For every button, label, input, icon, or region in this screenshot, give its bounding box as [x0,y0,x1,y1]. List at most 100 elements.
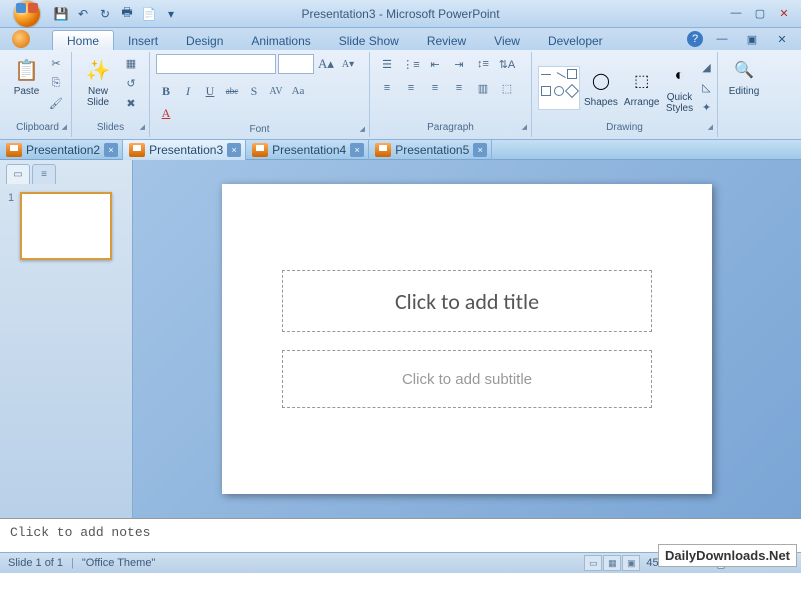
quick-styles-icon: ◐ [666,62,694,90]
slide-editor: Click to add title Click to add subtitle [133,160,801,518]
undo-icon[interactable]: ↶ [74,5,92,23]
print-icon[interactable]: 🖶 [118,5,136,23]
tab-slideshow[interactable]: Slide Show [325,31,413,50]
outline-tab[interactable]: ≡ [32,164,56,184]
tab-developer[interactable]: Developer [534,31,617,50]
watermark: DailyDownloads.Net [658,544,797,567]
close-button[interactable]: ✕ [773,4,795,22]
group-editing: 🔍 Editing . [718,52,770,137]
justify-icon[interactable]: ≡ [448,78,470,98]
text-direction-icon[interactable]: ⇅A [496,54,518,74]
slide-thumbnail-1[interactable]: 1 [8,192,124,260]
title-placeholder[interactable]: Click to add title [282,270,652,332]
qat-dropdown-icon[interactable]: ▾ [162,5,180,23]
numbering-icon[interactable]: ⋮≡ [400,54,422,74]
delete-slide-icon[interactable]: ✖ [122,94,140,112]
shape-fill-icon[interactable]: ◢ [698,59,716,77]
cut-icon[interactable]: ✂ [47,54,65,72]
char-spacing-button[interactable]: AV [266,81,286,101]
tab-home[interactable]: Home [52,30,114,50]
align-left-icon[interactable]: ≡ [376,78,398,98]
clipboard-icon: 📋 [13,56,41,84]
save-icon[interactable]: 💾 [52,5,70,23]
slide-number: 1 [8,192,14,204]
new-slide-icon: ✨ [84,56,112,84]
shadow-button[interactable]: S [244,81,264,101]
shape-effects-icon[interactable]: ✦ [698,99,716,117]
smartart-icon[interactable]: ⬚ [496,78,518,98]
tab-view[interactable]: View [480,31,534,50]
arrange-icon: ⬚ [628,67,656,95]
doc-tab-presentation3[interactable]: Presentation3× [123,140,246,160]
doc-tab-presentation5[interactable]: Presentation5× [369,140,492,160]
title-bar: 💾 ↶ ↻ 🖶 📄 ▾ Presentation3 - Microsoft Po… [0,0,801,28]
tab-design[interactable]: Design [172,31,237,50]
close-tab-icon[interactable]: × [473,143,487,157]
doc-close-icon[interactable]: ✕ [771,30,793,48]
arrange-button[interactable]: ⬚ Arrange [622,65,662,110]
format-painter-icon[interactable]: 🖌 [47,94,65,112]
new-slide-button[interactable]: ✨ New Slide [78,54,118,110]
help-icon[interactable]: ? [687,31,703,47]
close-tab-icon[interactable]: × [104,143,118,157]
normal-view-button[interactable]: ▭ [584,555,602,571]
subtitle-placeholder[interactable]: Click to add subtitle [282,350,652,408]
shape-outline-icon[interactable]: ◺ [698,79,716,97]
align-center-icon[interactable]: ≡ [400,78,422,98]
group-label-slides: Slides [78,121,143,135]
slide-canvas[interactable]: Click to add title Click to add subtitle [222,184,712,494]
document-tabs: Presentation2× Presentation3× Presentati… [0,140,801,160]
slides-tab[interactable]: ▭ [6,164,30,184]
font-size-combo[interactable] [278,54,314,74]
font-color-button[interactable]: A [156,103,176,123]
shapes-gallery[interactable] [538,66,580,110]
binoculars-icon: 🔍 [730,56,758,84]
indent-dec-icon[interactable]: ⇤ [424,54,446,74]
copy-icon[interactable]: ⎘ [47,74,65,92]
tab-insert[interactable]: Insert [114,31,172,50]
doc-tab-presentation2[interactable]: Presentation2× [0,140,123,160]
window-title: Presentation3 - Microsoft PowerPoint [301,7,499,21]
bold-button[interactable]: B [156,81,176,101]
new-doc-icon[interactable]: 📄 [140,5,158,23]
layout-icon[interactable]: ▦ [122,54,140,72]
redo-icon[interactable]: ↻ [96,5,114,23]
align-right-icon[interactable]: ≡ [424,78,446,98]
reset-icon[interactable]: ↺ [122,74,140,92]
doc-tab-presentation4[interactable]: Presentation4× [246,140,369,160]
editing-button[interactable]: 🔍 Editing [724,54,764,99]
maximize-button[interactable]: ▢ [749,4,771,22]
doc-restore-icon[interactable]: ▣ [741,30,763,48]
group-font: A▴ A▾ B I U abc S AV Aa A Font [150,52,370,137]
sorter-view-button[interactable]: ▦ [603,555,621,571]
close-tab-icon[interactable]: × [227,143,241,157]
group-label-font: Font [156,123,363,135]
paste-button[interactable]: 📋 Paste [10,54,43,99]
quick-access-toolbar: 💾 ↶ ↻ 🖶 📄 ▾ [52,5,180,23]
slideshow-view-button[interactable]: ▣ [622,555,640,571]
office-button[interactable] [8,0,46,28]
columns-icon[interactable]: ▥ [472,78,494,98]
font-name-combo[interactable] [156,54,276,74]
tab-animations[interactable]: Animations [237,31,324,50]
minimize-button[interactable]: — [725,4,747,22]
theme-name: "Office Theme" [82,557,155,569]
bullets-icon[interactable]: ☰ [376,54,398,74]
group-clipboard: 📋 Paste ✂ ⎘ 🖌 Clipboard [4,52,72,137]
tab-review[interactable]: Review [413,31,480,50]
change-case-button[interactable]: Aa [288,81,308,101]
italic-button[interactable]: I [178,81,198,101]
shapes-button[interactable]: ◯ Shapes [582,65,620,110]
shrink-font-icon[interactable]: A▾ [338,54,358,74]
line-spacing-icon[interactable]: ↕≡ [472,54,494,74]
close-tab-icon[interactable]: × [350,143,364,157]
ribbon-tab-row: Home Insert Design Animations Slide Show… [0,28,801,50]
indent-inc-icon[interactable]: ⇥ [448,54,470,74]
slide-counter: Slide 1 of 1 [8,557,63,569]
grow-font-icon[interactable]: A▴ [316,54,336,74]
group-slides: ✨ New Slide ▦ ↺ ✖ Slides [72,52,150,137]
ribbon-minimize-icon[interactable]: — [711,30,733,48]
underline-button[interactable]: U [200,81,220,101]
quick-styles-button[interactable]: ◐ Quick Styles [664,60,696,116]
strike-button[interactable]: abc [222,81,242,101]
